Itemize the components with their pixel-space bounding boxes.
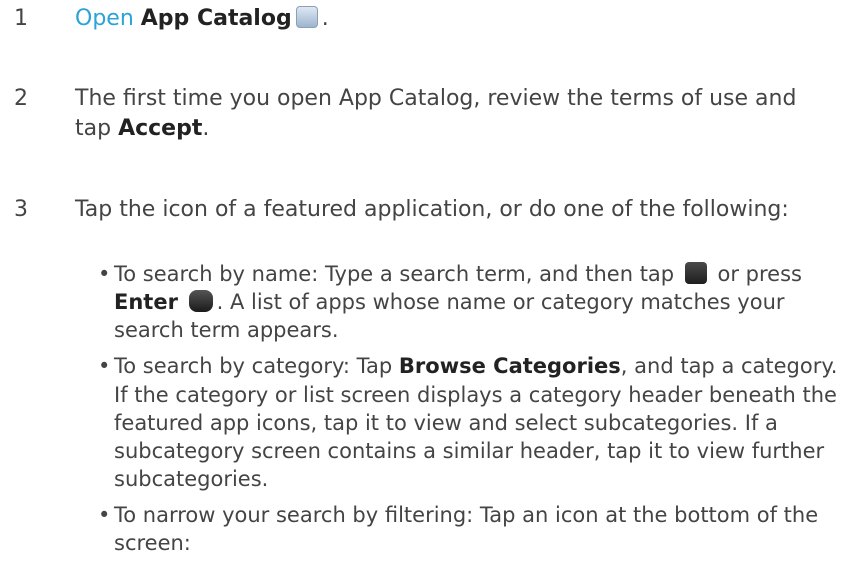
bullet-text: To narrow your search by filtering: Tap …	[114, 503, 819, 556]
bullet-text: To search by category: Tap	[114, 354, 393, 379]
bullet-icon: •	[98, 503, 111, 527]
accept-label: Accept	[118, 115, 203, 141]
bullet-text: . A list of apps whose name or category …	[114, 290, 785, 343]
step-number: 3	[14, 197, 28, 222]
step-body: The first time you open App Catalog, rev…	[75, 84, 835, 144]
open-link[interactable]: Open	[75, 6, 134, 31]
bullet-text: To search by name: Type a search term, a…	[114, 262, 675, 286]
step-number: 2	[14, 86, 28, 111]
step-body: Open App Catalog.	[75, 4, 835, 34]
app-catalog-icon	[295, 6, 318, 28]
options-list: • To search by name: Type a search term,…	[98, 260, 840, 565]
enter-key-icon	[188, 290, 213, 313]
punctuation: .	[321, 6, 329, 31]
step-number: 1	[14, 6, 28, 31]
bullet-icon: •	[98, 354, 111, 379]
list-item: • To search by category: Tap Browse Cate…	[98, 352, 840, 493]
enter-label: Enter	[114, 290, 178, 315]
bullet-icon: •	[98, 262, 111, 286]
list-item: • To search by name: Type a search term,…	[98, 260, 840, 344]
step-body: Tap the icon of a featured application, …	[75, 195, 835, 225]
search-icon	[684, 262, 707, 284]
browse-categories-label: Browse Categories	[398, 354, 621, 379]
punctuation: .	[202, 115, 210, 141]
app-name: App Catalog	[140, 6, 292, 31]
bullet-text: or press	[717, 262, 802, 286]
list-item: • To narrow your search by filtering: Ta…	[98, 501, 840, 557]
step-text: Tap the icon of a featured application, …	[75, 197, 789, 222]
